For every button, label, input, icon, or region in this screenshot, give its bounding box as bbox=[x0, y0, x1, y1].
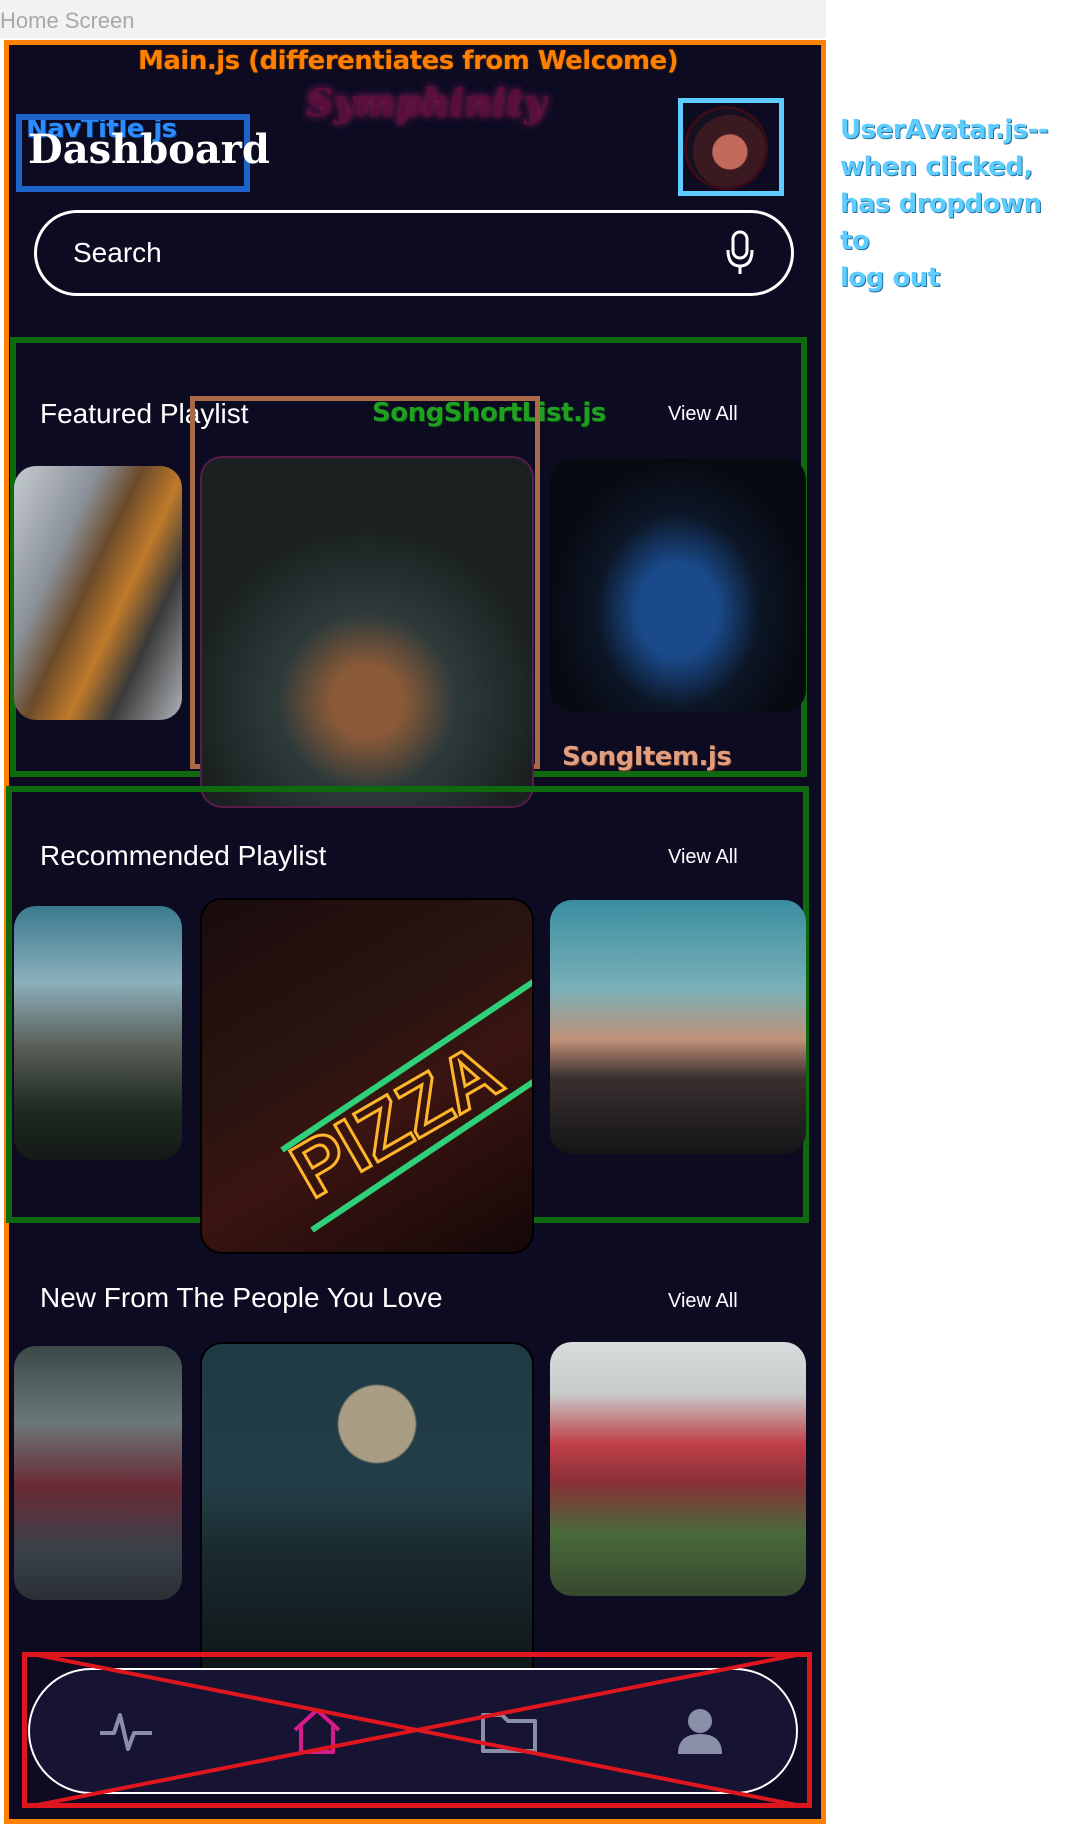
brand-logo: Symphinity bbox=[306, 80, 547, 125]
section-title-new-from-people: New From The People You Love bbox=[40, 1282, 443, 1313]
song-card-pagoda[interactable] bbox=[550, 1342, 806, 1596]
song-card-pizza-neon[interactable]: PIZZA bbox=[200, 898, 534, 1254]
view-all-new-from-people[interactable]: View All bbox=[668, 1290, 738, 1313]
song-card-moon[interactable] bbox=[200, 1342, 534, 1696]
search-bar[interactable]: Search bbox=[34, 210, 794, 296]
bottom-nav-cross-mark bbox=[22, 1652, 812, 1808]
annotation-useravatar: UserAvatar.js-- when clicked, has dropdo… bbox=[840, 112, 1074, 297]
annotation-main: Main.js (differentiates from Welcome) bbox=[138, 46, 679, 76]
user-avatar[interactable] bbox=[687, 109, 765, 187]
search-input[interactable]: Search bbox=[73, 237, 725, 269]
song-card-lynx[interactable] bbox=[200, 456, 534, 808]
svg-text:PIZZA: PIZZA bbox=[277, 1026, 516, 1215]
view-all-recommended[interactable]: View All bbox=[668, 846, 738, 869]
annotation-songitem: SongItem.js bbox=[562, 742, 732, 772]
view-all-featured[interactable]: View All bbox=[668, 403, 738, 426]
song-card-train[interactable] bbox=[14, 466, 182, 720]
annotation-useravatar-line-2: when clicked, bbox=[840, 152, 1033, 182]
annotation-useravatar-line-4: log out bbox=[840, 263, 940, 293]
song-card-walker[interactable] bbox=[14, 1346, 182, 1600]
page-title: Dashboard bbox=[28, 126, 270, 173]
annotation-useravatar-line-1: UserAvatar.js-- bbox=[840, 115, 1049, 145]
song-card-motorbike-duo[interactable] bbox=[550, 900, 806, 1154]
window-title: Home Screen bbox=[0, 8, 135, 33]
microphone-icon[interactable] bbox=[725, 230, 755, 276]
song-card-artist-blue-hoodie[interactable] bbox=[550, 458, 806, 712]
song-card-mountain[interactable] bbox=[14, 906, 182, 1160]
annotation-useravatar-line-3: has dropdown to bbox=[840, 189, 1042, 256]
section-title-recommended: Recommended Playlist bbox=[40, 840, 327, 871]
